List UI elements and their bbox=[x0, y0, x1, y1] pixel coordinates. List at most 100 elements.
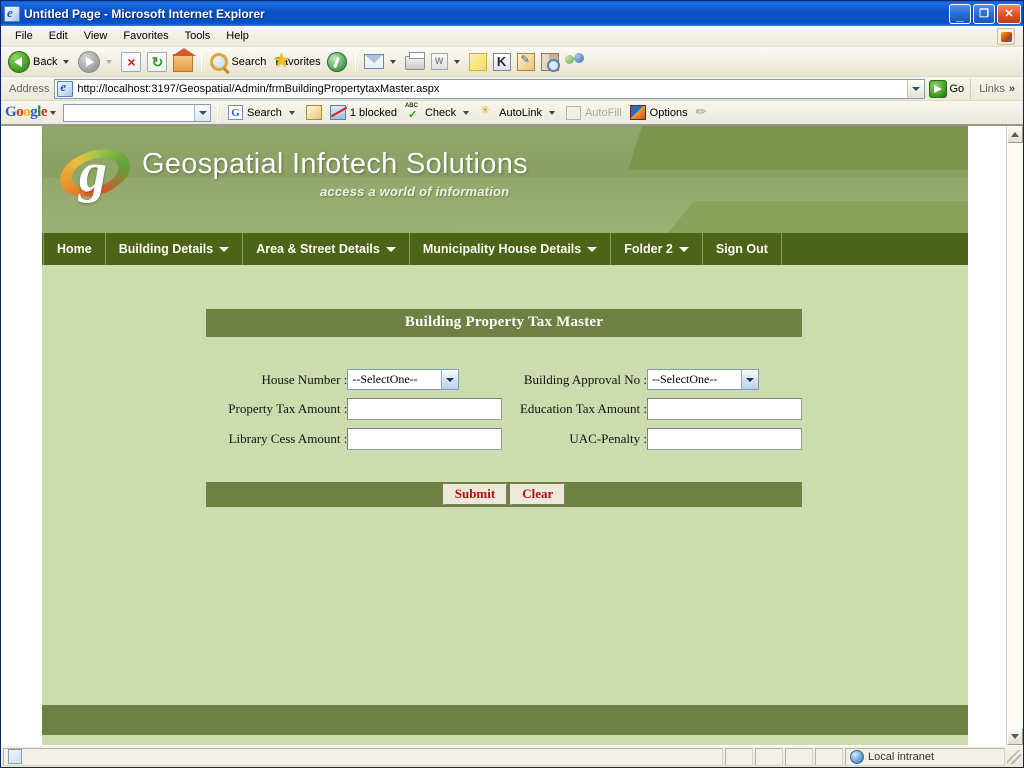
nav-item-home[interactable]: Home bbox=[43, 233, 106, 265]
nav-item-folder-2[interactable]: Folder 2 bbox=[611, 233, 703, 265]
address-bar: Address http://localhost:3197/Geospatial… bbox=[1, 77, 1023, 101]
google-separator bbox=[217, 103, 219, 122]
media-icon bbox=[326, 51, 347, 72]
restore-button[interactable]: ❐ bbox=[973, 3, 995, 24]
google-search-dropdown-icon[interactable] bbox=[288, 110, 295, 115]
google-options-button[interactable]: Options bbox=[626, 105, 692, 120]
building-approval-select[interactable]: --SelectOne-- bbox=[647, 369, 759, 390]
google-blocked-button[interactable]: 1 blocked bbox=[326, 105, 401, 120]
go-button[interactable]: Go bbox=[925, 79, 971, 98]
google-autolink-button[interactable]: AutoLink bbox=[476, 103, 562, 120]
status-pane-3 bbox=[785, 747, 813, 766]
google-search-input[interactable] bbox=[63, 103, 212, 122]
address-input[interactable]: http://localhost:3197/Geospatial/Admin/f… bbox=[54, 78, 925, 99]
mail-dropdown-icon[interactable] bbox=[389, 59, 396, 64]
site-navigation: Home Building Details Area & Street Deta… bbox=[42, 233, 968, 265]
close-button[interactable]: ✕ bbox=[997, 3, 1021, 24]
select-dropdown-button[interactable] bbox=[741, 370, 758, 389]
uac-penalty-input[interactable] bbox=[647, 428, 802, 450]
edit-dropdown-icon[interactable] bbox=[453, 59, 460, 64]
scrollbar-track[interactable] bbox=[1007, 143, 1023, 728]
brand-tagline: access a world of information bbox=[320, 184, 510, 199]
menu-item-tools[interactable]: Tools bbox=[177, 28, 219, 44]
scroll-up-button[interactable] bbox=[1007, 126, 1023, 143]
chevron-up-icon bbox=[1011, 132, 1019, 137]
go-label: Go bbox=[949, 82, 965, 95]
back-label: Back bbox=[33, 55, 58, 68]
forward-button[interactable] bbox=[75, 49, 118, 75]
toolbar-separator bbox=[201, 51, 203, 72]
refresh-button[interactable] bbox=[144, 49, 170, 75]
house-number-select[interactable]: --SelectOne-- bbox=[347, 369, 460, 390]
page-favicon-icon bbox=[57, 79, 74, 97]
submit-button[interactable]: Submit bbox=[442, 483, 508, 506]
menu-item-file[interactable]: File bbox=[7, 28, 41, 44]
spellcheck-icon bbox=[405, 103, 421, 121]
home-button[interactable] bbox=[170, 48, 197, 75]
stop-button[interactable] bbox=[118, 49, 144, 75]
house-number-label: House Number : bbox=[261, 371, 348, 387]
nav-item-building-details[interactable]: Building Details bbox=[106, 233, 244, 265]
google-search-history-button[interactable] bbox=[194, 104, 211, 121]
google-autofill-button: AutoFill bbox=[562, 105, 626, 120]
autolink-wand-icon bbox=[480, 103, 495, 120]
people-button[interactable] bbox=[562, 49, 587, 75]
blocked-count-label: 1 blocked bbox=[349, 106, 397, 119]
chevron-down-icon bbox=[219, 246, 230, 252]
mail-button[interactable] bbox=[361, 49, 402, 75]
menu-item-favorites[interactable]: Favorites bbox=[115, 28, 176, 44]
minimize-button[interactable]: _ bbox=[949, 3, 971, 24]
messenger-button[interactable] bbox=[490, 49, 514, 75]
people-icon bbox=[564, 52, 584, 71]
education-tax-input[interactable] bbox=[647, 398, 802, 420]
google-menu-icon[interactable] bbox=[50, 110, 57, 115]
nav-item-area-street-details[interactable]: Area & Street Details bbox=[243, 233, 410, 265]
google-highlight-button[interactable] bbox=[692, 104, 715, 120]
education-tax-cell bbox=[647, 394, 802, 424]
address-url-text: http://localhost:3197/Geospatial/Admin/f… bbox=[77, 82, 440, 95]
onenote-button[interactable] bbox=[514, 49, 538, 75]
status-pane-1 bbox=[725, 747, 753, 766]
document-icon bbox=[8, 749, 22, 764]
print-button[interactable] bbox=[402, 49, 428, 75]
vertical-scrollbar[interactable] bbox=[1006, 126, 1023, 745]
search-button[interactable]: Search bbox=[207, 49, 269, 75]
menu-item-view[interactable]: View bbox=[76, 28, 116, 44]
forward-dropdown-icon bbox=[106, 59, 113, 64]
google-popup-button[interactable] bbox=[302, 105, 326, 120]
check-dropdown-icon[interactable] bbox=[463, 110, 470, 115]
autolink-label: AutoLink bbox=[499, 106, 542, 119]
windows-flag-icon bbox=[997, 28, 1015, 45]
nav-item-municipality-house-details[interactable]: Municipality House Details bbox=[410, 233, 612, 265]
resize-grip[interactable] bbox=[1007, 749, 1021, 764]
notes-button[interactable] bbox=[466, 49, 490, 75]
security-zone-pane[interactable]: Local intranet bbox=[845, 747, 1005, 766]
encarta-button[interactable] bbox=[538, 49, 562, 75]
links-label: Links bbox=[979, 82, 1005, 95]
menu-item-help[interactable]: Help bbox=[218, 28, 257, 44]
favorites-button[interactable]: Favorites bbox=[269, 49, 323, 75]
autolink-dropdown-icon[interactable] bbox=[548, 110, 555, 115]
scroll-down-button[interactable] bbox=[1007, 728, 1023, 745]
edit-word-button[interactable] bbox=[428, 49, 466, 75]
clear-button[interactable]: Clear bbox=[510, 483, 566, 506]
address-dropdown-button[interactable] bbox=[906, 79, 924, 98]
google-search-button[interactable]: Search bbox=[224, 105, 302, 120]
select-dropdown-button[interactable] bbox=[441, 370, 459, 389]
back-button[interactable]: Back bbox=[5, 49, 75, 75]
stop-icon bbox=[121, 51, 142, 72]
links-chevron-icon[interactable]: » bbox=[1009, 83, 1015, 95]
chevron-down-icon bbox=[1011, 734, 1019, 739]
menu-item-edit[interactable]: Edit bbox=[41, 28, 76, 44]
links-bar[interactable]: Links » bbox=[970, 78, 1021, 99]
nav-item-sign-out[interactable]: Sign Out bbox=[703, 233, 782, 265]
google-check-button[interactable]: Check bbox=[401, 103, 476, 121]
property-tax-input[interactable] bbox=[347, 398, 503, 420]
status-bar: Local intranet bbox=[1, 745, 1023, 767]
options-icon bbox=[629, 105, 646, 120]
library-cess-input[interactable] bbox=[347, 428, 503, 450]
media-button[interactable] bbox=[324, 49, 350, 75]
back-dropdown-icon[interactable] bbox=[63, 59, 70, 64]
popup-icon bbox=[305, 105, 322, 120]
google-toolbar: Google Search 1 blocked Check AutoLink bbox=[1, 101, 1023, 125]
